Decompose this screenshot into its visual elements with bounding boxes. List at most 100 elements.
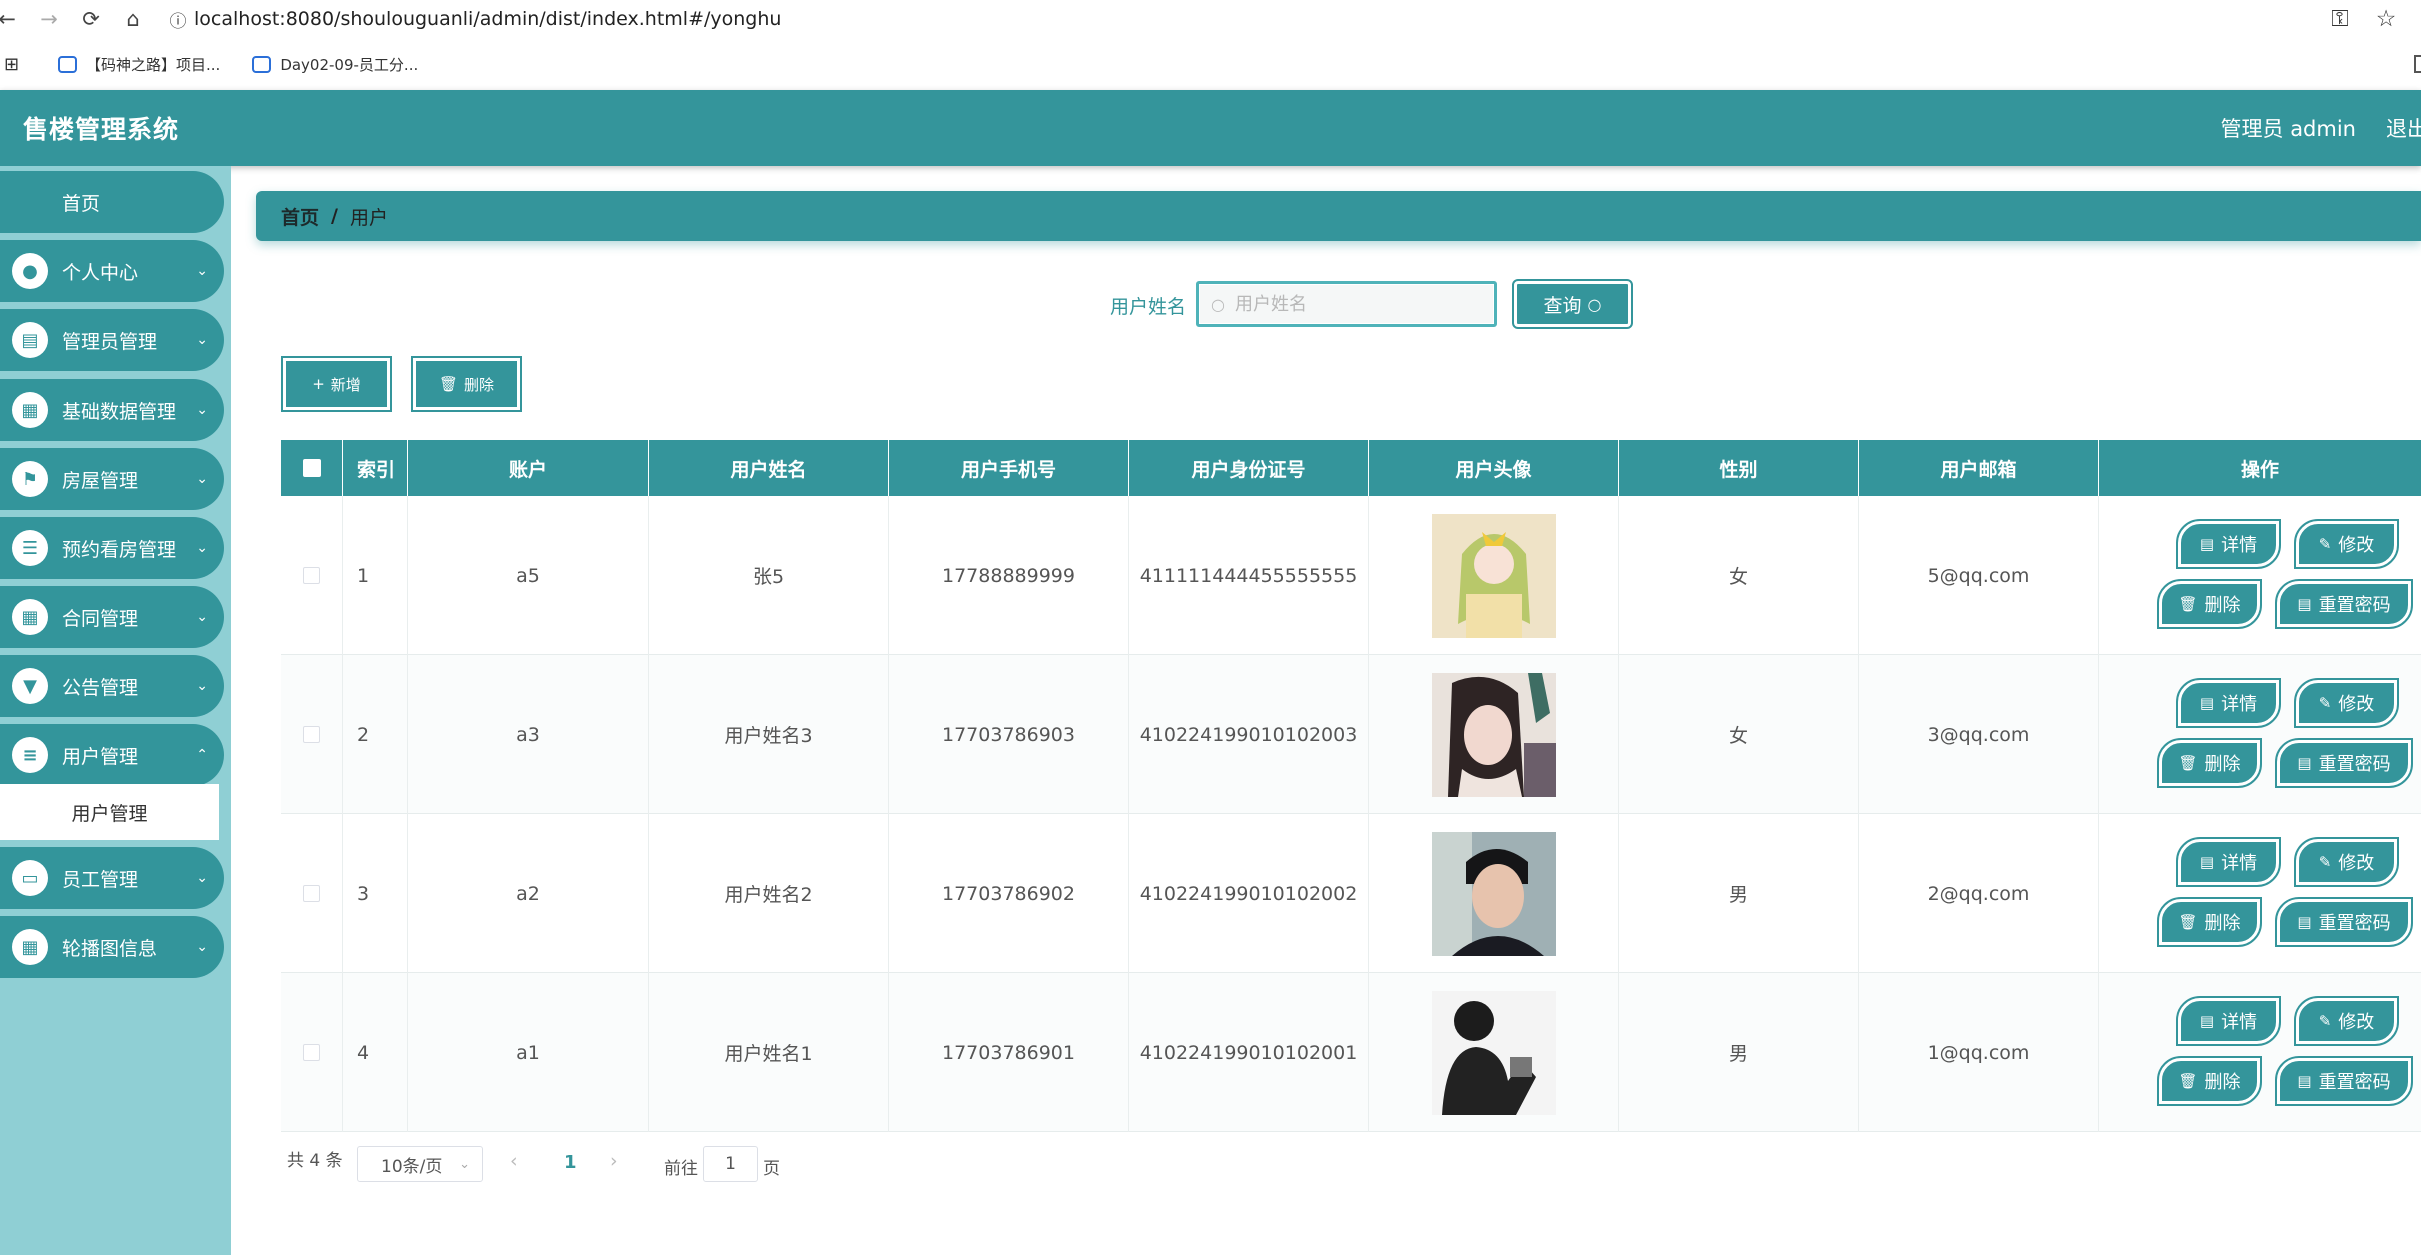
cell-email: 5@qq.com — [1859, 496, 2099, 655]
delete-button[interactable]: 🗑 删除 — [2157, 738, 2262, 788]
chevron-down-icon: ⌄ — [196, 609, 208, 625]
trash-icon: 🗑 — [2178, 1072, 2198, 1090]
delete-button[interactable]: 🗑 删除 — [2157, 897, 2262, 947]
add-button[interactable]: + 新增 — [281, 356, 392, 412]
pin-icon: ▼ — [12, 668, 48, 704]
apps-grid-icon[interactable]: ⊞ — [4, 54, 32, 75]
edit-button[interactable]: ✎ 修改 — [2294, 678, 2399, 728]
bilibili-icon — [58, 55, 77, 73]
chevron-down-icon: ⌄ — [459, 1156, 470, 1172]
avatar[interactable] — [1431, 672, 1556, 797]
current-user: 管理员 admin — [2220, 117, 2356, 141]
reset-password-label: 重置密码 — [2318, 1072, 2391, 1093]
sidebar-item-houses[interactable]: ⚑ 房屋管理 ⌄ — [0, 448, 224, 510]
next-page-button[interactable]: › — [610, 1150, 618, 1172]
sidebar-item-label: 公告管理 — [62, 676, 139, 699]
clipboard-icon: ▤ — [12, 322, 48, 358]
logout-button[interactable]: 退出 — [2386, 113, 2421, 143]
edit-button[interactable]: ✎ 修改 — [2294, 996, 2399, 1046]
document-icon: ▤ — [2297, 754, 2312, 772]
sidebar-item-label: 合同管理 — [62, 607, 139, 630]
search-icon: ○ — [1211, 294, 1225, 314]
header-phone: 用户手机号 — [889, 440, 1129, 496]
cell-actions — [2099, 814, 2421, 973]
edit-button[interactable]: ✎ 修改 — [2294, 837, 2399, 887]
sidebar-item-home[interactable]: 首页 — [0, 171, 224, 233]
reset-password-button[interactable]: ▤ 重置密码 — [2275, 1056, 2413, 1106]
row-checkbox[interactable] — [303, 726, 320, 743]
delete-button[interactable]: 🗑 删除 — [2157, 579, 2262, 629]
cell-phone: 17703786902 — [889, 814, 1129, 973]
cell-account: a2 — [408, 814, 649, 973]
row-checkbox[interactable] — [303, 1044, 320, 1061]
edit-button-label: 修改 — [2338, 535, 2375, 556]
header-avatar: 用户头像 — [1369, 440, 1619, 496]
monitor-icon: ▭ — [12, 860, 48, 896]
detail-button[interactable]: ▤ 详情 — [2176, 678, 2281, 728]
search-input[interactable] — [1234, 293, 1475, 315]
app-title: 售楼管理系统 — [23, 115, 180, 144]
goto-page-input[interactable]: 1 — [703, 1146, 758, 1182]
edit-icon: ✎ — [2318, 853, 2332, 871]
sidebar-item-admins[interactable]: ▤ 管理员管理 ⌄ — [0, 309, 224, 371]
detail-button[interactable]: ▤ 详情 — [2176, 519, 2281, 569]
batch-delete-label: 删除 — [464, 375, 495, 394]
detail-button[interactable]: ▤ 详情 — [2176, 996, 2281, 1046]
batch-delete-button[interactable]: 🗑 删除 — [411, 356, 522, 412]
reload-icon[interactable]: ⟳ — [70, 7, 112, 31]
prev-page-button[interactable]: ‹ — [510, 1150, 518, 1172]
site-info-icon[interactable]: ⓘ — [162, 7, 194, 32]
detail-button[interactable]: ▤ 详情 — [2176, 837, 2281, 887]
page-number-current[interactable]: 1 — [564, 1152, 577, 1173]
cell-gender: 男 — [1619, 973, 1859, 1132]
sidebar-item-carousel[interactable]: ▦ 轮播图信息 ⌄ — [0, 916, 224, 978]
avatar[interactable] — [1431, 990, 1556, 1115]
reset-password-button[interactable]: ▤ 重置密码 — [2275, 579, 2413, 629]
reset-password-button[interactable]: ▤ 重置密码 — [2275, 897, 2413, 947]
bookmark-label-1: 【码神之路】项目... — [86, 55, 221, 74]
password-key-icon[interactable]: ⚿ — [2320, 6, 2360, 32]
avatar[interactable] — [1431, 831, 1556, 956]
cell-phone: 17788889999 — [889, 496, 1129, 655]
submenu-item-user-management[interactable]: 用户管理 — [0, 784, 219, 840]
sidebar-item-employees[interactable]: ▭ 员工管理 ⌄ — [0, 847, 224, 909]
bookmark-item-1[interactable]: 【码神之路】项目... — [58, 54, 220, 75]
app-header: 售楼管理系统 管理员 admin 退出 — [0, 90, 2421, 166]
bookmark-star-icon[interactable]: ☆ — [2366, 6, 2406, 32]
edit-icon: ✎ — [2318, 1012, 2332, 1030]
cell-index: 2 — [343, 655, 408, 814]
query-button[interactable]: 查询 ○ — [1512, 279, 1633, 329]
sidebar-item-basedata[interactable]: ▦ 基础数据管理 ⌄ — [0, 379, 224, 441]
sidebar-item-personal[interactable]: ● 个人中心 ⌄ — [0, 240, 224, 302]
home-icon[interactable]: ⌂ — [112, 7, 154, 31]
select-all-checkbox[interactable] — [302, 459, 321, 477]
sidebar-item-contracts[interactable]: ▦ 合同管理 ⌄ — [0, 586, 224, 648]
row-checkbox[interactable] — [303, 567, 320, 584]
side-panel-icon[interactable] — [2414, 55, 2421, 73]
reset-password-button[interactable]: ▤ 重置密码 — [2275, 738, 2413, 788]
breadcrumb-home[interactable]: 首页 — [281, 203, 319, 230]
sidebar-item-notices[interactable]: ▼ 公告管理 ⌄ — [0, 655, 224, 717]
sidebar-item-users[interactable]: ≡ 用户管理 ⌃ — [0, 724, 224, 786]
bookmark-item-2[interactable]: Day02-09-员工分... — [252, 54, 418, 75]
address-bar[interactable]: localhost:8080/shoulouguanli/admin/dist/… — [194, 8, 2421, 30]
avatar[interactable] — [1431, 513, 1556, 638]
delete-button-label: 删除 — [2204, 754, 2241, 775]
sidebar-item-appointments[interactable]: ☰ 预约看房管理 ⌄ — [0, 517, 224, 579]
row-checkbox[interactable] — [303, 885, 320, 902]
header-actions: 操作 — [2240, 458, 2279, 481]
search-field[interactable]: ○ — [1196, 281, 1497, 327]
edit-button-label: 修改 — [2338, 694, 2375, 715]
delete-button[interactable]: 🗑 删除 — [2157, 1056, 2262, 1106]
grid-icon: ▦ — [12, 929, 48, 965]
chevron-down-icon: ⌄ — [196, 471, 208, 487]
back-icon[interactable]: ← — [0, 7, 28, 31]
cell-index: 4 — [343, 973, 408, 1132]
sliders-icon: ☰ — [12, 530, 48, 566]
edit-button[interactable]: ✎ 修改 — [2294, 519, 2399, 569]
cell-gender: 女 — [1619, 655, 1859, 814]
forward-icon[interactable]: → — [28, 7, 70, 31]
sidebar-item-label: 首页 — [62, 192, 101, 215]
page-size-select[interactable]: 10条/页 ⌄ — [357, 1146, 483, 1182]
chevron-down-icon: ⌄ — [196, 678, 208, 694]
